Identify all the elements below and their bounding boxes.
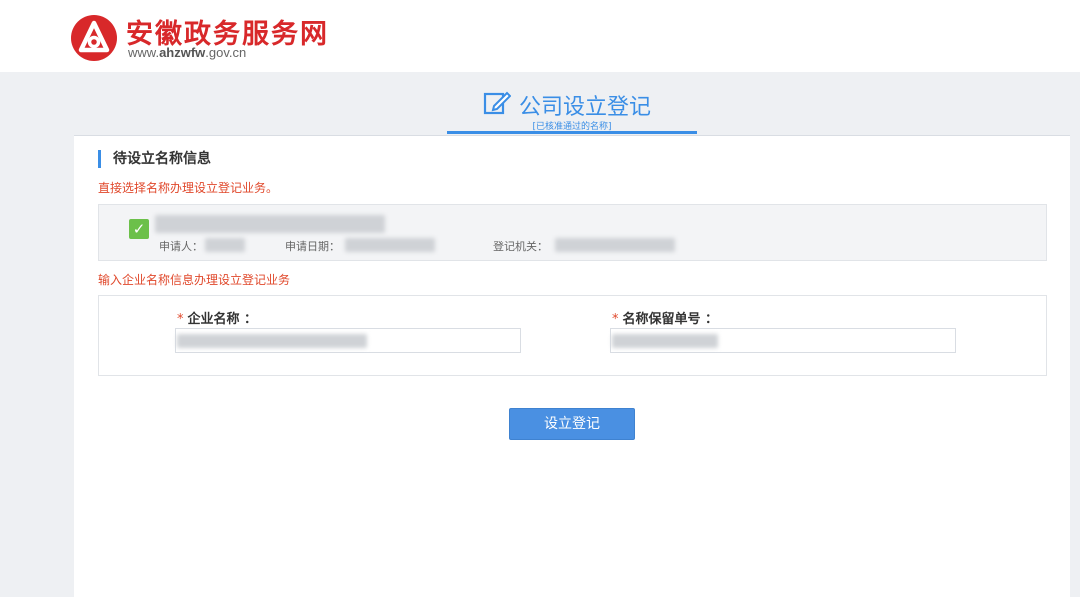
applicant-label: 申请人： xyxy=(159,240,203,253)
company-name-label-text: 企业名称 ： xyxy=(187,312,258,327)
pending-name-item[interactable]: ✓ 申请人： 申请日期： 登记机关： xyxy=(98,204,1047,261)
site-url-prefix: www. xyxy=(128,45,160,60)
required-mark: * xyxy=(177,312,184,327)
redacted-apply-date xyxy=(345,238,435,252)
redacted-authority xyxy=(555,238,675,252)
reservation-no-label: * 名称保留单号 ： xyxy=(612,308,718,327)
reservation-no-label-text: 名称保留单号 ： xyxy=(622,312,719,327)
select-name-hint: 直接选择名称办理设立登记业务。 xyxy=(98,181,279,195)
name-input-form: * 企业名称 ： * 名称保留单号 ： xyxy=(98,295,1047,376)
redacted-reservation-no-value xyxy=(612,334,718,348)
submit-registration-button[interactable]: 设立登记 xyxy=(509,408,635,440)
site-url: www.ahzwfw.gov.cn xyxy=(128,45,246,60)
ahzwfw-logo-icon[interactable] xyxy=(70,14,118,62)
check-icon[interactable]: ✓ xyxy=(129,219,149,239)
redacted-company-name xyxy=(155,215,385,233)
authority-label: 登记机关： xyxy=(493,240,548,253)
redacted-applicant xyxy=(205,238,245,252)
page-title: 公司设立登记 xyxy=(519,95,652,120)
page-heading: 公司设立登记 [已核准通过的名称] xyxy=(447,86,697,134)
company-name-label: * 企业名称 ： xyxy=(177,308,257,327)
site-url-suffix: .gov.cn xyxy=(205,45,247,60)
required-mark: * xyxy=(612,312,619,327)
page-subtitle: [已核准通过的名称] xyxy=(532,122,612,132)
input-name-hint: 输入企业名称信息办理设立登记业务 xyxy=(98,273,291,287)
edit-icon xyxy=(483,91,511,115)
section-title: 待设立名称信息 xyxy=(98,150,211,168)
site-url-domain: ahzwfw xyxy=(159,45,206,60)
redacted-company-name-value xyxy=(177,334,367,348)
site-header: 安徽政务服务网 www.ahzwfw.gov.cn xyxy=(0,0,1080,72)
main-panel: 待设立名称信息 直接选择名称办理设立登记业务。 ✓ 申请人： 申请日期： 登记机… xyxy=(74,135,1070,597)
apply-date-label: 申请日期： xyxy=(285,240,340,253)
